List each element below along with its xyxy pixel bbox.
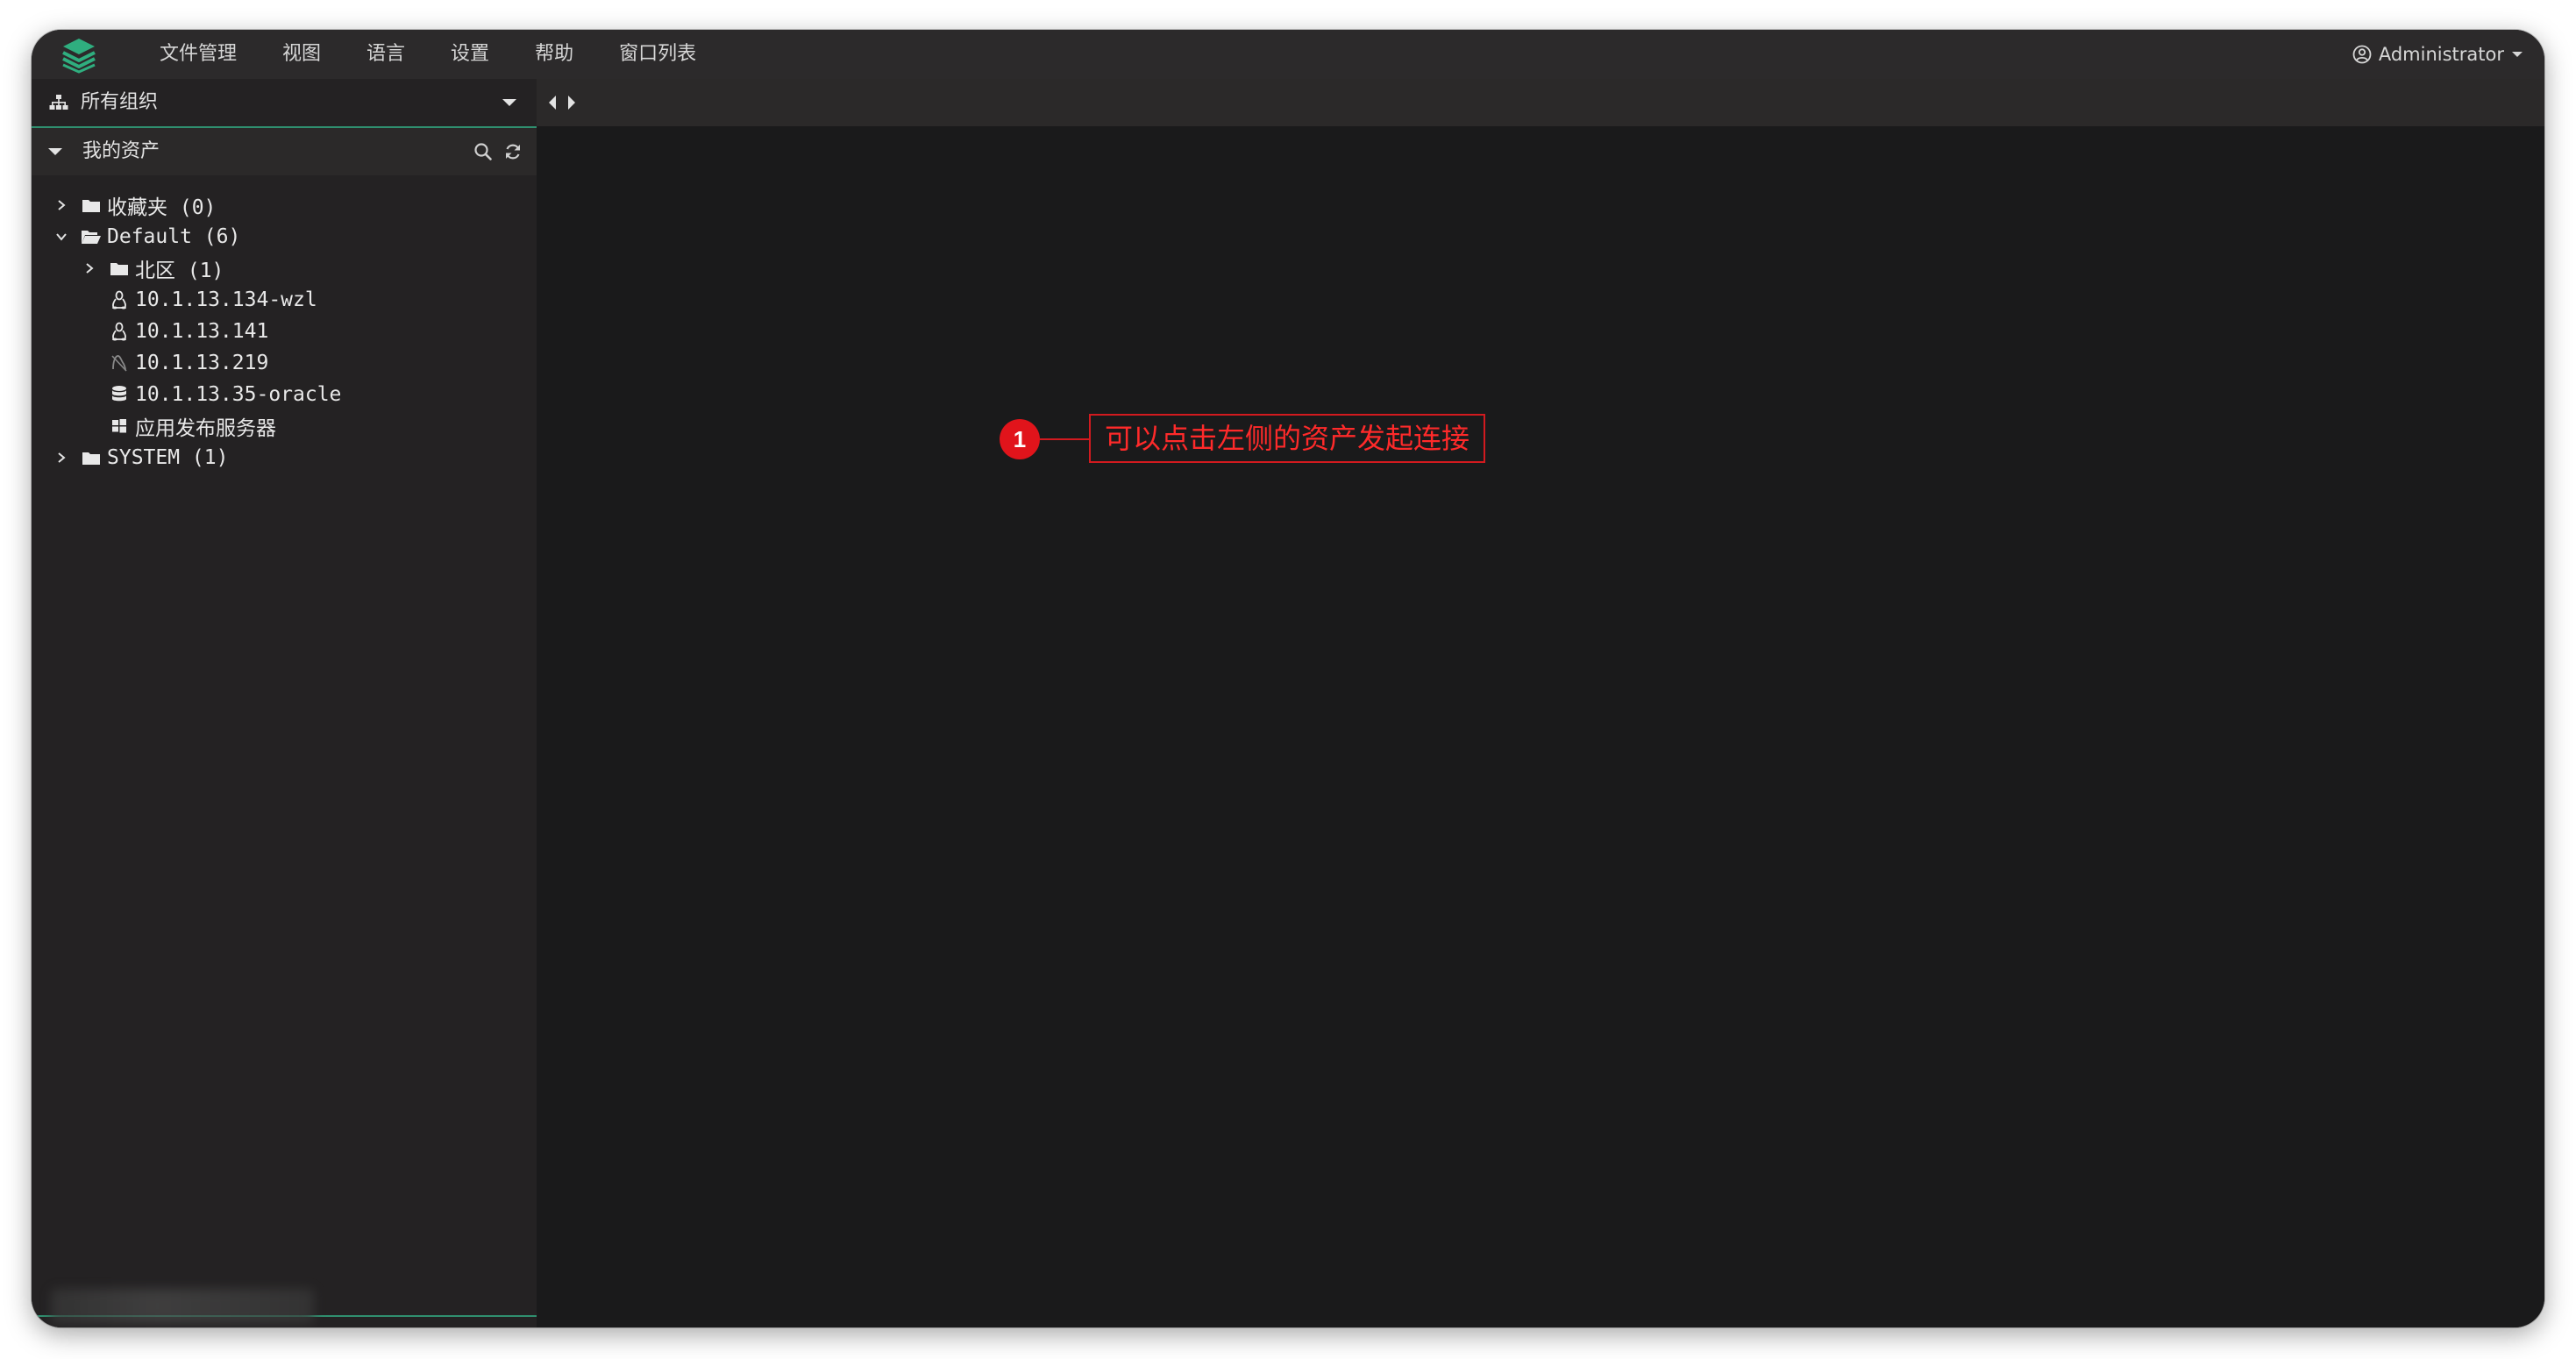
chevron-down-icon[interactable]	[51, 221, 72, 253]
tree-node-north[interactable]: 北区 (1)	[79, 253, 224, 284]
menu-view[interactable]: 视图	[260, 30, 344, 79]
folder-icon	[109, 253, 130, 284]
sitemap-icon	[49, 95, 68, 110]
tree-node-label: 10.1.13.141	[135, 320, 269, 343]
session-area: 1 可以点击左侧的资产发起连接	[537, 79, 2544, 1327]
annotation-connector	[1040, 438, 1089, 440]
menu-bar: 文件管理 视图 语言 设置 帮助 窗口列表 Administrator	[32, 30, 2544, 79]
tree-node-asset[interactable]: 10.1.13.141	[109, 316, 268, 347]
caret-down-icon	[502, 99, 516, 106]
asset-disabled-icon	[109, 347, 130, 379]
search-icon[interactable]	[473, 142, 493, 161]
chevron-right-icon[interactable]	[51, 442, 72, 473]
folder-icon	[81, 189, 102, 221]
tree-node-asset[interactable]: 10.1.13.134-wzl	[109, 284, 317, 316]
database-icon	[109, 379, 130, 410]
refresh-icon[interactable]	[503, 142, 523, 161]
tree-node-asset[interactable]: 10.1.13.35-oracle	[109, 379, 341, 410]
app-window: 文件管理 视图 语言 设置 帮助 窗口列表 Administrator 所有组织…	[32, 30, 2544, 1327]
tree-node-asset[interactable]: 应用发布服务器	[109, 410, 276, 442]
annotation-callout: 可以点击左侧的资产发起连接	[1089, 414, 1486, 463]
menu-language[interactable]: 语言	[344, 30, 428, 79]
tree-node-label: 收藏夹 (0)	[107, 196, 217, 219]
org-selector-label: 所有组织	[81, 91, 159, 113]
redacted-status	[51, 1289, 314, 1324]
tree-node-label: 应用发布服务器	[135, 417, 276, 440]
linux-icon	[109, 316, 130, 347]
windows-icon	[109, 410, 130, 442]
tree-node-label: SYSTEM (1)	[107, 446, 229, 469]
org-selector[interactable]: 所有组织	[32, 79, 537, 128]
assets-panel-title: 我的资产	[82, 140, 160, 162]
tree-node-asset[interactable]: 10.1.13.219	[109, 347, 268, 379]
menu-help[interactable]: 帮助	[512, 30, 596, 79]
app-logo[interactable]	[60, 37, 98, 74]
user-circle-icon	[2352, 45, 2372, 64]
tree-node-label: 北区 (1)	[135, 260, 224, 282]
main-menu: 文件管理 视图 语言 设置 帮助 窗口列表	[137, 30, 719, 79]
tree-node-label: 10.1.13.219	[135, 352, 269, 374]
tree-node-label: 10.1.13.35-oracle	[135, 383, 342, 406]
caret-left-icon[interactable]	[547, 95, 558, 110]
menu-file-management[interactable]: 文件管理	[137, 30, 260, 79]
caret-right-icon[interactable]	[566, 95, 577, 110]
caret-down-icon	[48, 148, 62, 155]
user-name: Administrator	[2378, 44, 2504, 65]
chevron-right-icon[interactable]	[51, 189, 72, 221]
tree-node-label: 10.1.13.134-wzl	[135, 288, 317, 311]
tree-node-favorites[interactable]: 收藏夹 (0)	[51, 189, 216, 221]
caret-down-icon	[2512, 52, 2523, 57]
menu-window-list[interactable]: 窗口列表	[596, 30, 719, 79]
linux-icon	[109, 284, 130, 316]
menu-settings[interactable]: 设置	[428, 30, 512, 79]
chevron-right-icon[interactable]	[79, 253, 100, 284]
tree-node-default[interactable]: Default (6)	[51, 221, 240, 253]
assets-panel-header[interactable]: 我的资产	[32, 128, 537, 175]
session-tabs-bar	[537, 79, 2544, 126]
asset-sidebar: 所有组织 我的资产 收藏夹 (0) Default (6) 北区 (1) 10.…	[32, 79, 537, 1327]
folder-open-icon	[81, 221, 102, 253]
user-menu[interactable]: Administrator	[2352, 30, 2523, 79]
tree-node-label: Default (6)	[107, 225, 241, 248]
folder-icon	[81, 442, 102, 473]
tree-node-system[interactable]: SYSTEM (1)	[51, 442, 228, 473]
annotation-number-badge: 1	[1000, 419, 1040, 459]
